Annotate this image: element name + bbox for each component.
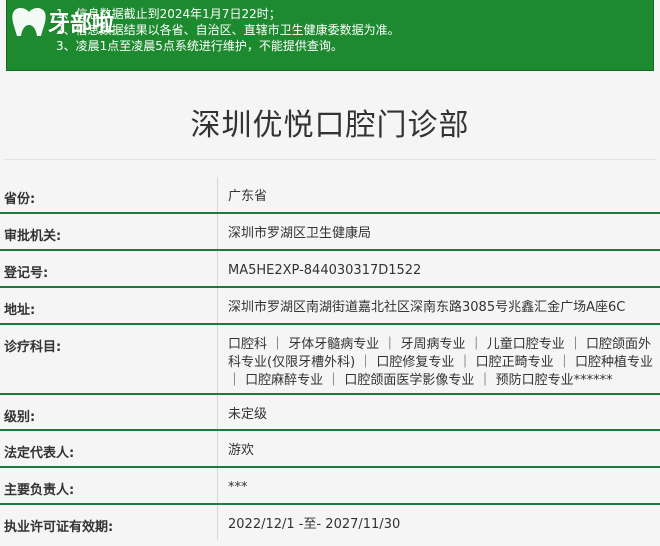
row-value: 深圳市罗湖区南湖街道嘉北社区深南东路3085号兆鑫汇金广场A座6C [228, 300, 626, 315]
divider [4, 159, 656, 160]
row-label: 登记号: [0, 251, 218, 286]
site-logo[interactable]: 牙部啦 [8, 5, 133, 39]
row-value: 未定级 [228, 407, 268, 422]
notice-line: 1、信息数据截止到2024年1月7日22时； [56, 7, 281, 21]
row-value: 深圳市罗湖区卫生健康局 [228, 226, 372, 241]
row-value: 口腔科 ｜ 牙体牙髓病专业 ｜ 牙周病专业 ｜ 儿童口腔专业 ｜ 口腔颌面外科专… [228, 337, 653, 388]
info-row-principal: 主要负责人: *** [0, 468, 660, 505]
notice-line: 3、凌晨1点至凌晨5点系统进行维护，不能提供查询。 [56, 39, 343, 53]
info-row-departments: 诊疗科目: 口腔科 ｜ 牙体牙髓病专业 ｜ 牙周病专业 ｜ 儿童口腔专业 ｜ 口… [0, 325, 660, 395]
row-value: 广东省 [228, 189, 268, 204]
tooth-logo-icon [12, 8, 46, 37]
info-row-level: 级别: 未定级 [0, 395, 660, 431]
info-row-license-validity: 执业许可证有效期: 2022/12/1 -至- 2027/11/30 [0, 505, 660, 540]
row-label: 审批机关: [0, 214, 218, 249]
info-row-registration-number: 登记号: MA5HE2XP-844030317D1522 [0, 251, 660, 288]
row-label: 执业许可证有效期: [0, 505, 218, 540]
logo-text: 牙部啦 [48, 11, 115, 37]
info-row-legal-representative: 法定代表人: 游欢 [0, 431, 660, 468]
row-label: 主要负责人: [0, 468, 218, 503]
info-row-approval-authority: 审批机关: 深圳市罗湖区卫生健康局 [0, 214, 660, 251]
notice-line: 2、信息数据结果以各省、自治区、直辖市卫生健康委数据为准。 [56, 23, 400, 37]
page-title: 深圳优悦口腔门诊部 [190, 108, 470, 143]
row-value: 游欢 [228, 443, 255, 458]
row-label: 地址: [0, 288, 218, 323]
row-label: 级别: [0, 395, 218, 429]
row-value: MA5HE2XP-844030317D1522 [228, 263, 422, 278]
row-label: 诊疗科目: [0, 325, 218, 393]
info-table: 省份: 广东省 审批机关: 深圳市罗湖区卫生健康局 登记号: MA5HE2XP-… [0, 177, 660, 540]
info-row-province: 省份: 广东省 [0, 177, 660, 214]
row-value: 2022/12/1 -至- 2027/11/30 [228, 517, 401, 532]
row-value: *** [228, 480, 248, 495]
row-label: 法定代表人: [0, 431, 218, 466]
info-row-address: 地址: 深圳市罗湖区南湖街道嘉北社区深南东路3085号兆鑫汇金广场A座6C [0, 288, 660, 325]
row-label: 省份: [0, 177, 218, 212]
